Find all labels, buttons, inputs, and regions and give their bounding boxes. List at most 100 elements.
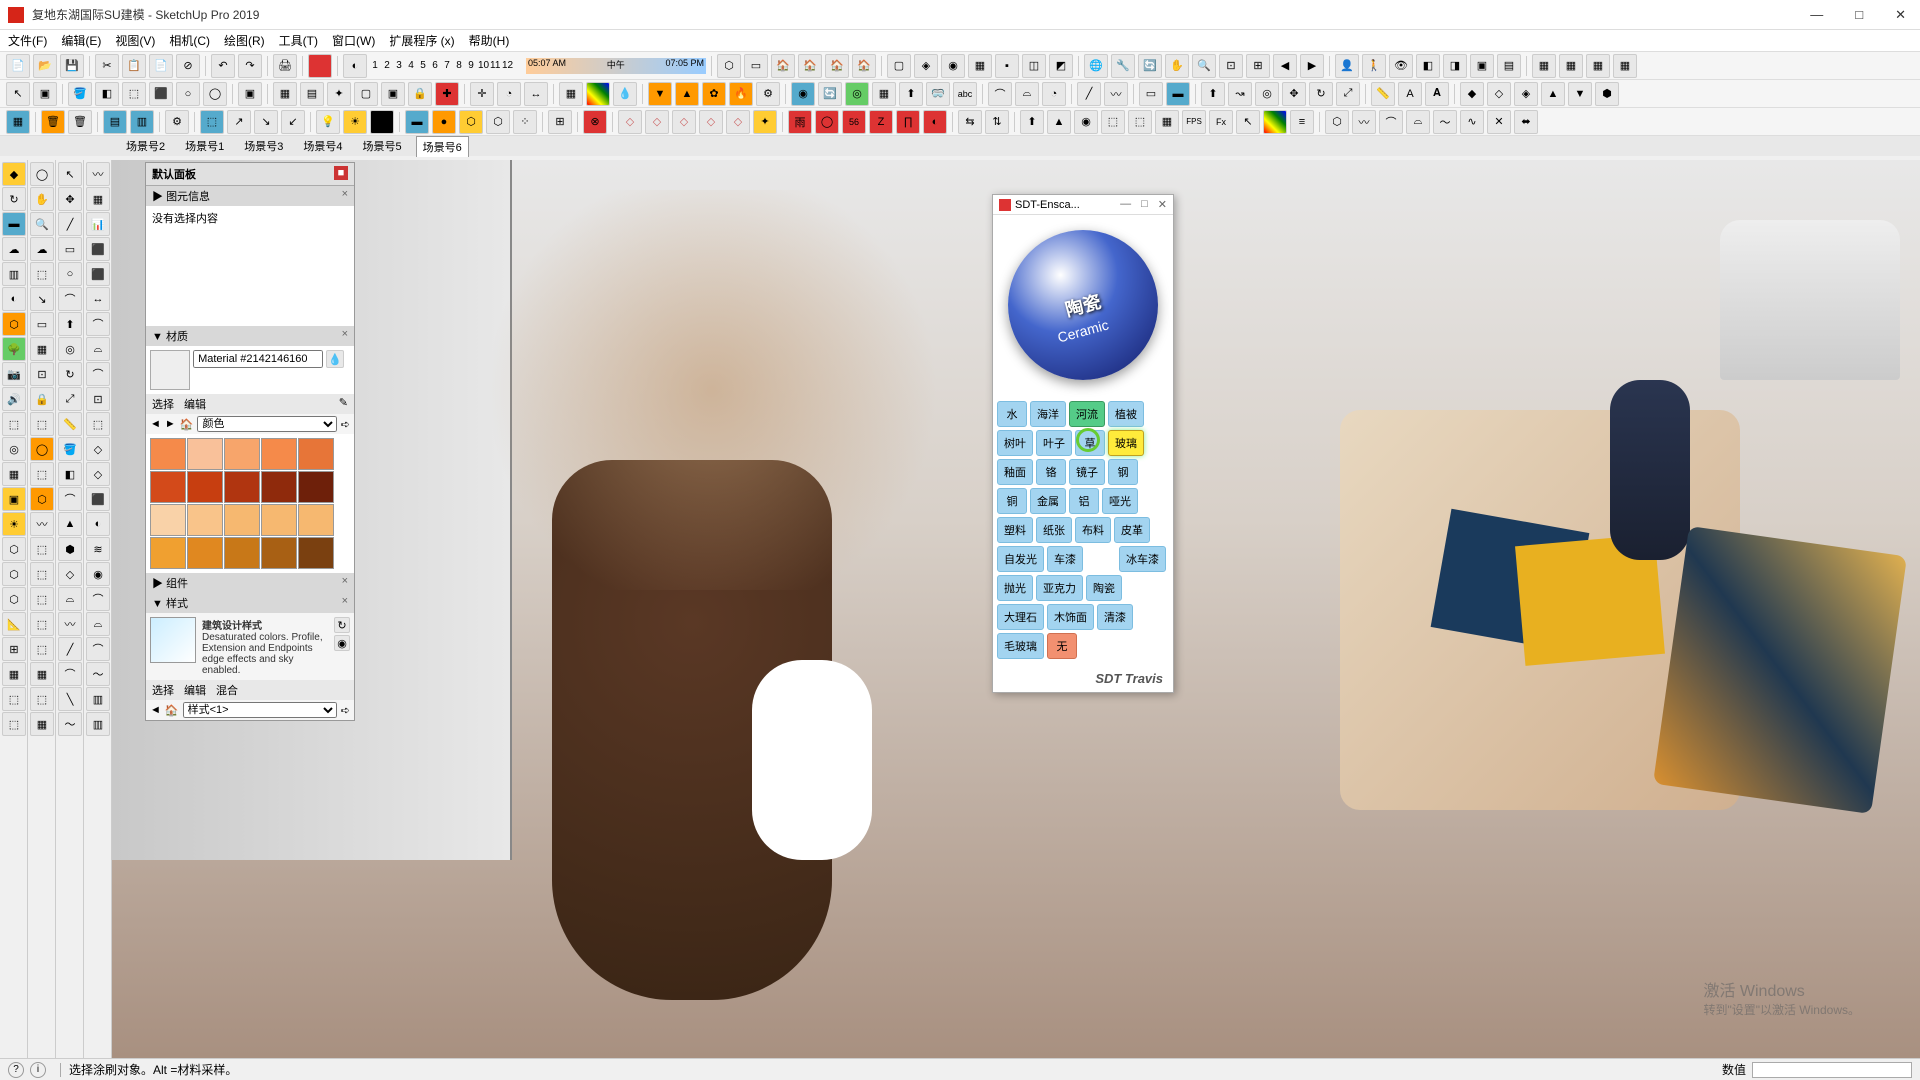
- lt3-d[interactable]: ◇: [58, 562, 82, 586]
- lt2-lock[interactable]: 🔒: [30, 387, 54, 411]
- pie-icon[interactable]: ◔: [1042, 82, 1066, 106]
- enscape-material-button[interactable]: 清漆: [1097, 604, 1133, 630]
- enscape-material-button[interactable]: 冰车漆: [1119, 546, 1166, 572]
- orbit-icon[interactable]: 🔄: [1138, 54, 1162, 78]
- lt1-8[interactable]: 🌳: [2, 337, 26, 361]
- lt4-7[interactable]: ⌒: [86, 312, 110, 336]
- enscape-views-icon[interactable]: ▦: [872, 82, 896, 106]
- enscape-export-icon[interactable]: ⬆: [899, 82, 923, 106]
- r3-bulb[interactable]: 💡: [316, 110, 340, 134]
- lt4-19[interactable]: ⌓: [86, 612, 110, 636]
- protractor-icon[interactable]: ◔: [497, 82, 521, 106]
- r3-fps[interactable]: FPS: [1182, 110, 1206, 134]
- enscape-start-icon[interactable]: ◉: [791, 82, 815, 106]
- select-tool-icon[interactable]: ↖: [6, 82, 30, 106]
- enscape-minimize-icon[interactable]: —: [1120, 198, 1131, 211]
- lt4-18[interactable]: ⌒: [86, 587, 110, 611]
- lt2-3[interactable]: 🔍: [30, 212, 54, 236]
- enscape-material-button[interactable]: 河流: [1069, 401, 1105, 427]
- plugin-icon-4[interactable]: ▦: [1613, 54, 1637, 78]
- section-display-icon[interactable]: ◨: [1443, 54, 1467, 78]
- enscape-material-button[interactable]: 毛玻璃: [997, 633, 1044, 659]
- lt1-3[interactable]: ▬: [2, 212, 26, 236]
- front-view-icon[interactable]: 🏠: [771, 54, 795, 78]
- lt3-arc[interactable]: ⌒: [58, 287, 82, 311]
- r3-3[interactable]: 🗑: [68, 110, 92, 134]
- r3-p4[interactable]: ⬚: [1101, 110, 1125, 134]
- 3dtext-icon[interactable]: 𝐀: [1425, 82, 1449, 106]
- shadow-toggle[interactable]: ◐: [343, 54, 367, 78]
- entity-info-header[interactable]: ▶ 图元信息×: [146, 186, 354, 206]
- lt2-7[interactable]: ▭: [30, 312, 54, 336]
- r3-w3[interactable]: ⌒: [1379, 110, 1403, 134]
- copy-button[interactable]: 📋: [122, 54, 146, 78]
- r3-fx[interactable]: Fx: [1209, 110, 1233, 134]
- r3-p3[interactable]: ◉: [1074, 110, 1098, 134]
- push-icon[interactable]: ⬆: [1201, 82, 1225, 106]
- lt1-11[interactable]: ▦: [2, 462, 26, 486]
- enscape-material-button[interactable]: 树叶: [997, 430, 1033, 456]
- lt1-13[interactable]: ⬡: [2, 537, 26, 561]
- paint-tool-icon[interactable]: 🪣: [68, 82, 92, 106]
- lt1-sun[interactable]: ☀: [2, 512, 26, 536]
- r3-5[interactable]: ▥: [130, 110, 154, 134]
- zoom-window-icon[interactable]: ⊡: [1219, 54, 1243, 78]
- menu-edit[interactable]: 编辑(E): [61, 32, 101, 49]
- grid-icon[interactable]: ▦: [559, 82, 583, 106]
- lt4-9[interactable]: ⌒: [86, 362, 110, 386]
- r3-d3[interactable]: ◇: [672, 110, 696, 134]
- r3-w6[interactable]: ∿: [1460, 110, 1484, 134]
- lt3-c[interactable]: ⬢: [58, 537, 82, 561]
- enscape-material-button[interactable]: 无: [1047, 633, 1077, 659]
- axis-icon[interactable]: ✛: [470, 82, 494, 106]
- lt3-rec[interactable]: ▭: [58, 237, 82, 261]
- lt1-camera[interactable]: 📷: [2, 362, 26, 386]
- shaded-texture-icon[interactable]: ▦: [968, 54, 992, 78]
- material-swatch[interactable]: [150, 537, 186, 569]
- enscape-material-button[interactable]: 玻璃: [1108, 430, 1144, 456]
- enscape-material-button[interactable]: 铬: [1036, 459, 1066, 485]
- enscape-material-button[interactable]: 陶瓷: [1086, 575, 1122, 601]
- enscape-material-button[interactable]: 铜: [997, 488, 1027, 514]
- panel-close-icon[interactable]: ■: [334, 166, 348, 180]
- lt1-12[interactable]: ▣: [2, 487, 26, 511]
- follow-icon[interactable]: ↝: [1228, 82, 1252, 106]
- material-swatch[interactable]: [224, 504, 260, 536]
- lt3-g[interactable]: ╱: [58, 637, 82, 661]
- open-button[interactable]: 📂: [33, 54, 57, 78]
- lt3-cir[interactable]: ○: [58, 262, 82, 286]
- section-fill-icon[interactable]: ▤: [1497, 54, 1521, 78]
- styles-tab-edit[interactable]: 编辑: [184, 682, 206, 698]
- lt3-h[interactable]: ⌒: [58, 662, 82, 686]
- plugin-icon-2[interactable]: ▦: [1559, 54, 1583, 78]
- lt3-a[interactable]: ⌒: [58, 487, 82, 511]
- zoom-extents-icon[interactable]: ⊞: [1246, 54, 1270, 78]
- lt4-16[interactable]: ≋: [86, 537, 110, 561]
- lt1-6[interactable]: ◐: [2, 287, 26, 311]
- lt4-20[interactable]: ⌒: [86, 637, 110, 661]
- enscape-live-icon[interactable]: ◎: [845, 82, 869, 106]
- enscape-material-button[interactable]: 海洋: [1030, 401, 1066, 427]
- status-help-icon[interactable]: ?: [8, 1062, 24, 1078]
- r3-grid[interactable]: ⊞: [548, 110, 572, 134]
- lt4-10[interactable]: ⊡: [86, 387, 110, 411]
- lt1-19[interactable]: ⬚: [2, 687, 26, 711]
- r3-d1[interactable]: ◇: [618, 110, 642, 134]
- r3-night[interactable]: [370, 110, 394, 134]
- lt1-16[interactable]: 📐: [2, 612, 26, 636]
- r3-hex2[interactable]: ⬡: [486, 110, 510, 134]
- plugin-r2-5[interactable]: ▼: [1568, 82, 1592, 106]
- lt3-tap[interactable]: 📏: [58, 412, 82, 436]
- r3-w7[interactable]: ✕: [1487, 110, 1511, 134]
- save-button[interactable]: 💾: [60, 54, 84, 78]
- material-swatch[interactable]: [298, 504, 334, 536]
- scene-tab-active[interactable]: 场景号6: [416, 136, 469, 157]
- materials-pencil-icon[interactable]: ✎: [339, 396, 348, 412]
- ext-warehouse-icon[interactable]: 🔧: [1111, 54, 1135, 78]
- r3-lines[interactable]: ≡: [1290, 110, 1314, 134]
- enscape-vr-icon[interactable]: 🥽: [926, 82, 950, 106]
- menu-window[interactable]: 窗口(W): [332, 32, 375, 49]
- lt2-1[interactable]: ◯: [30, 162, 54, 186]
- menu-view[interactable]: 视图(V): [115, 32, 155, 49]
- lt2-20[interactable]: ▦: [30, 662, 54, 686]
